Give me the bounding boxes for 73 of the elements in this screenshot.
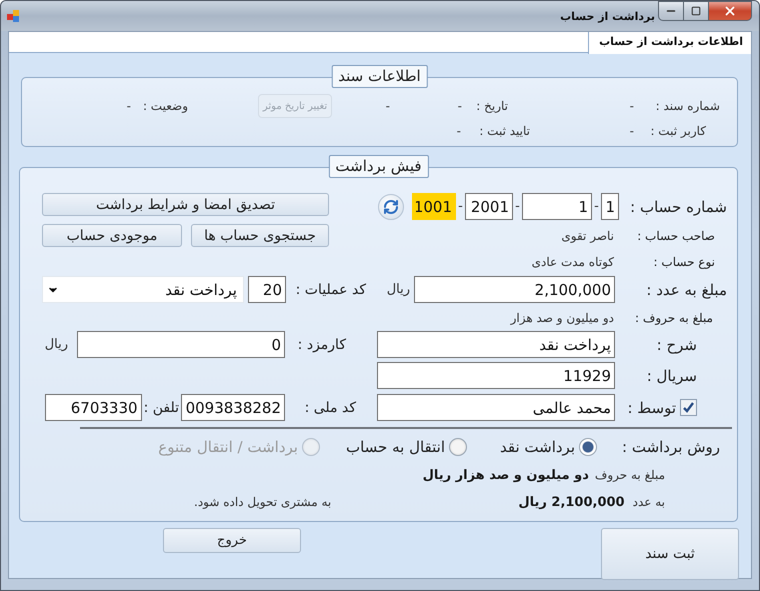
- field-value: -: [384, 99, 390, 113]
- amount-in-numbers: 2,100,000 ریال: [518, 494, 625, 510]
- field-label: کارمزد :: [296, 336, 347, 352]
- input-field[interactable]: 11929: [377, 362, 615, 389]
- verify-signature-button[interactable]: تصدیق امضا و شرایط برداشت: [42, 193, 329, 216]
- unit-label: ریال: [44, 337, 68, 352]
- field-value: -: [628, 124, 634, 138]
- close-icon: [723, 4, 737, 18]
- field-label: نوع حساب :: [652, 255, 716, 269]
- radio-button[interactable]: [449, 438, 467, 456]
- field-value: کوتاه مدت عادی: [532, 255, 614, 269]
- field-label: شماره سند :: [654, 99, 720, 113]
- app-icon: [7, 9, 21, 23]
- window-title: برداشت از حساب: [560, 10, 655, 23]
- separator-text: -: [514, 199, 521, 214]
- radio-button[interactable]: [579, 438, 597, 456]
- field-label: روش برداشت :: [621, 438, 721, 456]
- field-label: صاحب حساب :: [636, 228, 716, 242]
- group-legend: اطلاعات سند: [331, 65, 428, 88]
- refresh-button[interactable]: [378, 194, 404, 220]
- field-value: -: [456, 124, 461, 138]
- close-button[interactable]: [708, 1, 752, 21]
- search-accounts-button[interactable]: جستجوی حساب ها: [191, 224, 329, 247]
- check-icon: [682, 401, 695, 414]
- field-label: سریال :: [646, 366, 698, 384]
- field-label: توسط :: [626, 398, 676, 416]
- separator-text: -: [593, 199, 600, 214]
- field-label: شماره حساب :: [629, 198, 727, 216]
- field-value: -: [456, 99, 462, 113]
- input-field[interactable]: 0093838282: [181, 394, 285, 421]
- separator-text: -: [457, 199, 464, 214]
- field-value: دو میلیون و صد هزار: [510, 311, 614, 325]
- maximize-button[interactable]: [683, 1, 709, 21]
- field-value: -: [628, 99, 634, 113]
- field-label: مبلغ به حروف :: [634, 311, 714, 325]
- tab[interactable]: اطلاعات برداشت از حساب: [588, 32, 751, 54]
- field-label: به عدد: [632, 495, 665, 509]
- input-field[interactable]: 1: [601, 193, 619, 220]
- checkbox[interactable]: [680, 399, 697, 416]
- exit-button[interactable]: خروج: [163, 528, 301, 553]
- delivery-note: به مشتری تحویل داده شود.: [194, 495, 332, 509]
- submit-button[interactable]: ثبت سند: [601, 528, 739, 580]
- input-field[interactable]: پرداخت نقد: [377, 331, 615, 358]
- field-label: تاریخ :: [475, 99, 508, 113]
- field-label: تایید ثبت :: [478, 124, 530, 138]
- unit-label: ریال: [386, 282, 410, 297]
- maximize-icon: [691, 6, 701, 16]
- field-label: مبلغ به حروف: [594, 468, 665, 482]
- input-field[interactable]: 6703330: [44, 394, 142, 421]
- amount-in-words: دو میلیون و صد هزار ریال: [422, 468, 589, 482]
- radio-label: انتقال به حساب: [346, 438, 445, 456]
- account-balance-button[interactable]: موجودی حساب: [42, 224, 182, 247]
- group-legend: فیش برداشت: [328, 155, 429, 178]
- field-label: وضعیت :: [142, 99, 188, 113]
- operation-dropdown[interactable]: پرداخت نقد: [42, 276, 244, 303]
- field-label: کد ملی :: [304, 400, 357, 416]
- field-label: مبلغ به عدد :: [645, 280, 727, 298]
- field-value: -: [126, 99, 131, 113]
- field-label: شرح :: [656, 336, 698, 354]
- input-field[interactable]: محمد عالمی: [377, 394, 615, 421]
- input-field[interactable]: 1: [522, 193, 592, 220]
- field-label: تلفن :: [144, 400, 179, 416]
- field-label: کد عملیات :: [294, 282, 366, 298]
- radio-label: برداشت نقد: [500, 438, 575, 456]
- input-field[interactable]: 0: [77, 331, 285, 358]
- input-field[interactable]: 2,100,000: [414, 276, 615, 303]
- radio-label: برداشت / انتقال متنوع: [158, 438, 298, 456]
- input-field[interactable]: 20: [248, 276, 286, 303]
- minimize-button[interactable]: [658, 1, 684, 21]
- refresh-icon: [383, 198, 399, 214]
- field-label: کاربر ثبت :: [649, 124, 707, 138]
- field-value: ناصر تقوی: [561, 228, 614, 242]
- input-field[interactable]: 2001: [465, 193, 513, 220]
